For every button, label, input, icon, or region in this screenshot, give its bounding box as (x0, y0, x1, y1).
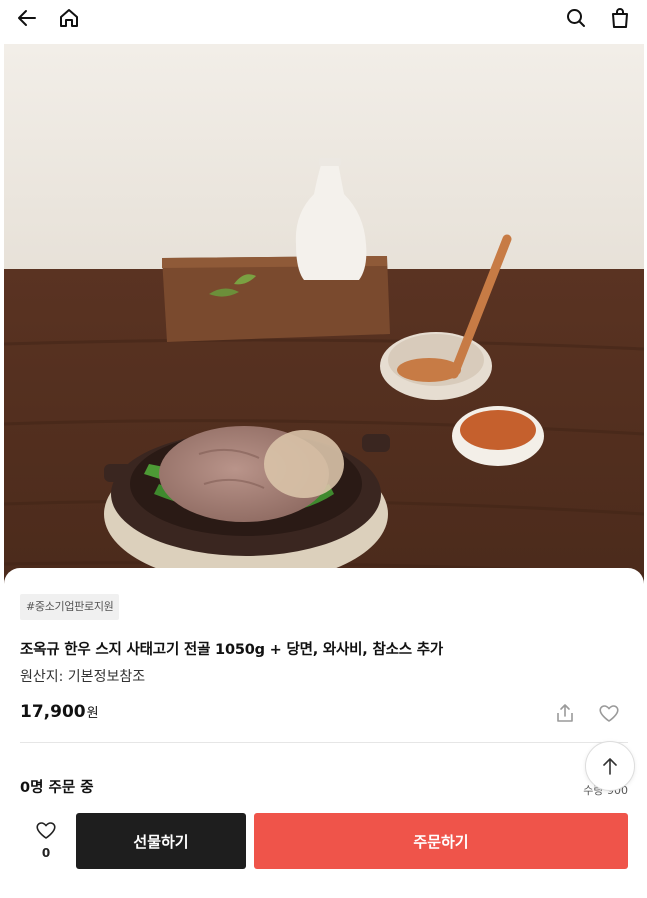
arrow-left-icon (18, 10, 36, 26)
product-price: 17,900원 (20, 702, 99, 722)
back-button[interactable] (12, 3, 42, 33)
category-tag[interactable]: #중소기업판로지원 (20, 594, 120, 620)
heart-icon (36, 822, 56, 839)
scroll-top-button[interactable] (585, 741, 635, 791)
product-title: 조옥규 한우 스지 사태고기 전골 1050g + 당면, 와사비, 참소스 추… (20, 642, 444, 658)
share-button[interactable] (550, 698, 580, 728)
home-icon (60, 9, 78, 27)
wishlist-button[interactable] (594, 698, 624, 728)
cart-button[interactable] (605, 3, 635, 33)
divider (20, 742, 628, 743)
product-origin: 원산지: 기본정보참조 (20, 669, 146, 685)
arrow-up-icon (603, 758, 617, 775)
bottom-action-bar: 0 선물하기 주문하기 (0, 800, 647, 898)
search-icon (567, 9, 585, 27)
gift-button[interactable]: 선물하기 (76, 813, 246, 869)
order-button[interactable]: 주문하기 (254, 813, 628, 869)
heart-icon (599, 705, 619, 722)
price-value: 17,900 (20, 702, 86, 722)
order-count: 0명 주문 중 (20, 780, 94, 796)
share-icon (557, 704, 573, 722)
home-button[interactable] (54, 3, 84, 33)
like-button[interactable]: 0 (26, 818, 66, 874)
top-navigation-bar (0, 0, 647, 38)
price-unit: 원 (86, 706, 99, 721)
like-count: 0 (41, 846, 51, 860)
shopping-bag-icon (612, 8, 628, 28)
search-button[interactable] (561, 3, 591, 33)
product-image (4, 44, 644, 604)
